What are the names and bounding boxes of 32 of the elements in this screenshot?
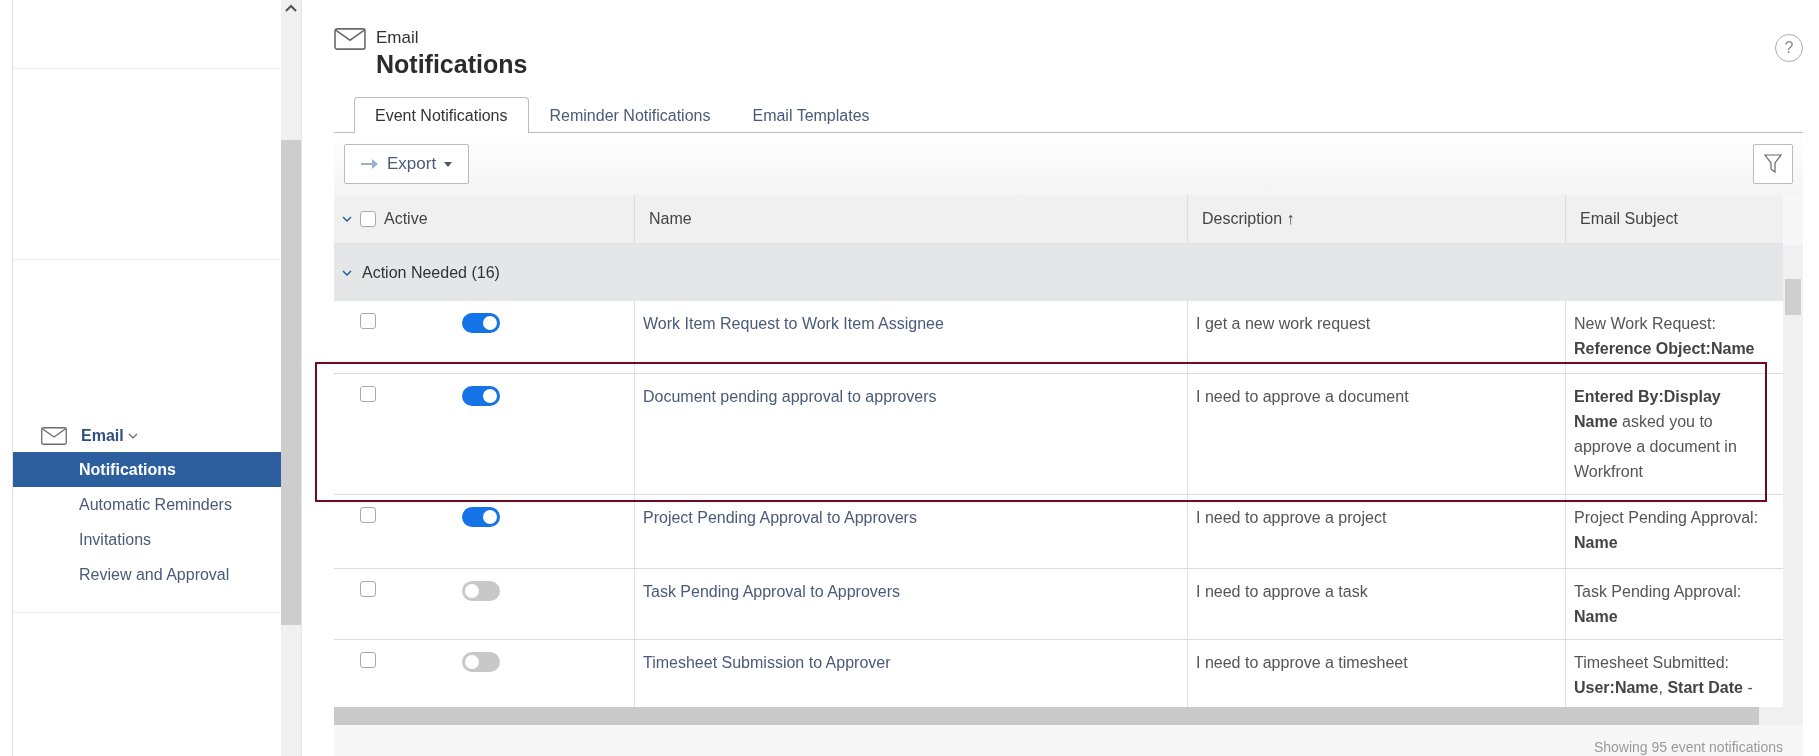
email-subject-text: Task Pending Approval: Name bbox=[1574, 582, 1743, 627]
column-header[interactable]: Email Subject bbox=[1565, 195, 1783, 245]
notification-name-link[interactable]: Timesheet Submission to Approver bbox=[643, 654, 891, 671]
email-subject-text: Project Pending Approval: Name bbox=[1574, 508, 1760, 553]
tab[interactable]: Email Templates bbox=[731, 98, 891, 133]
result-count: Showing 95 event notifications bbox=[1592, 738, 1784, 755]
column-header[interactable]: Name bbox=[634, 195, 1187, 245]
notification-name-link[interactable]: Task Pending Approval to Approvers bbox=[643, 583, 901, 600]
sidebar-item[interactable]: Review and Approval bbox=[13, 557, 281, 592]
page-category: Email bbox=[376, 28, 420, 48]
group-header[interactable]: Action Needed (16) bbox=[334, 245, 1783, 301]
tab[interactable]: Reminder Notifications bbox=[528, 98, 732, 133]
column-header[interactable]: Description ↑ bbox=[1187, 195, 1565, 245]
sidebar-section-title[interactable]: Email bbox=[81, 427, 138, 445]
description-text: I need to approve a timesheet bbox=[1196, 654, 1408, 671]
tab[interactable]: Event Notifications bbox=[354, 97, 529, 133]
export-button[interactable]: Export bbox=[344, 144, 470, 184]
description-text: I need to approve a task bbox=[1196, 583, 1368, 600]
sidebar-item[interactable]: Notifications bbox=[13, 452, 281, 487]
notification-name-link[interactable]: Document pending approval to approvers bbox=[643, 388, 937, 405]
email-subject-text: New Work Request: Reference Object:Name bbox=[1574, 314, 1756, 359]
page-title: Notifications bbox=[376, 50, 528, 79]
email-subject-text: Timesheet Submitted: User:Name, Start Date - bbox=[1574, 653, 1754, 698]
sidebar-item[interactable]: Automatic Reminders bbox=[13, 487, 281, 522]
notification-name-link[interactable]: Work Item Request to Work Item Assignee bbox=[643, 315, 944, 332]
description-text: I need to approve a project bbox=[1196, 509, 1387, 526]
notification-name-link[interactable]: Project Pending Approval to Approvers bbox=[643, 509, 917, 526]
description-text: I need to approve a document bbox=[1196, 388, 1409, 405]
sidebar-item[interactable]: Invitations bbox=[13, 522, 281, 557]
description-text: I get a new work request bbox=[1196, 315, 1371, 332]
email-subject-text: Entered By:Display Name asked you to approve a document in Workfront bbox=[1574, 387, 1738, 482]
column-header[interactable]: Active bbox=[384, 210, 428, 228]
